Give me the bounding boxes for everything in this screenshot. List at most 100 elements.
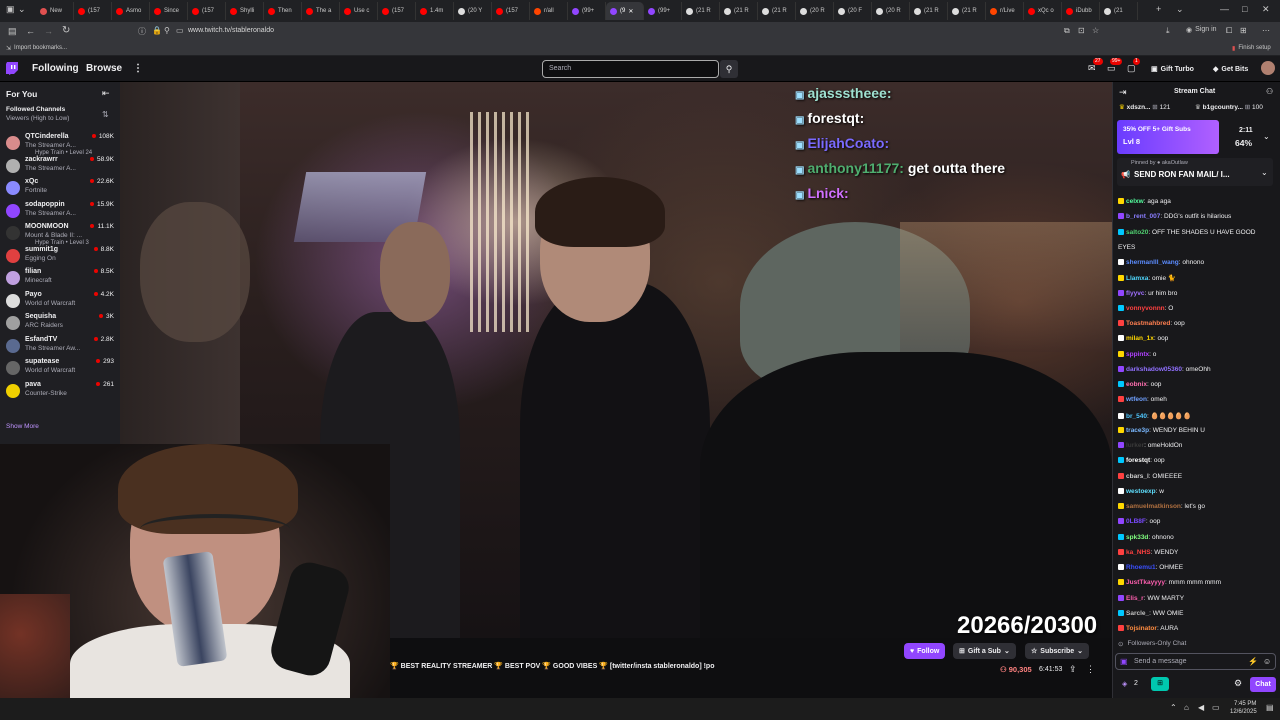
chat-message[interactable]: vonnyvonnn: O [1118, 304, 1276, 312]
finish-setup-link[interactable]: ▮ Finish setup [1232, 45, 1271, 52]
menu-icon[interactable]: ⋯ [1262, 26, 1270, 35]
chat-username[interactable]: Elis_r [1126, 595, 1144, 602]
chat-message[interactable]: cbars_l: OMIEEEE [1118, 472, 1276, 480]
import-bookmarks-link[interactable]: ⇲ Import bookmarks... [6, 45, 67, 52]
chat-send-button[interactable]: Chat [1250, 677, 1276, 692]
tab-search-icon[interactable]: ⌄ [1176, 4, 1184, 15]
chat-username[interactable]: flyyvc [1126, 290, 1144, 297]
chat-message[interactable]: trace3p: WENDY BEHIN U [1118, 426, 1276, 434]
battery-icon[interactable]: ▭ [1212, 703, 1220, 712]
site-info-icon[interactable]: ⓘ [138, 26, 146, 37]
chat-message[interactable]: spk33d: ohnono [1118, 533, 1276, 541]
chat-message[interactable]: forestqt: oop [1118, 457, 1276, 464]
chat-username[interactable]: samuelmatkinson [1126, 503, 1181, 510]
screenshot-icon[interactable]: ⊡ [1078, 26, 1085, 35]
translate-icon[interactable]: ⚲ [164, 26, 170, 35]
chat-username[interactable]: forestqt [1126, 457, 1150, 464]
chat-username[interactable]: Toastmahbred [1126, 320, 1170, 327]
chat-identity-icon[interactable]: ▣ [1120, 657, 1128, 666]
sidebar-channel[interactable]: pava Counter-Strike 261 [0, 380, 120, 403]
chat-username[interactable]: spk33d [1126, 534, 1148, 541]
gift-turbo-button[interactable]: ▣ Gift Turbo [1146, 62, 1199, 76]
sidebar-channel[interactable]: Sequisha ARC Raiders 3K [0, 312, 120, 335]
hype-train-banner[interactable]: 35% OFF 5+ Gift Subs Lvl 8 [1117, 120, 1219, 154]
pip-icon[interactable]: ⧉ [1064, 26, 1070, 36]
bits-icon[interactable]: ⚡ [1248, 657, 1258, 666]
browser-tab[interactable]: Shylli [226, 2, 264, 20]
chat-message[interactable]: wtfeon: omeh [1118, 396, 1276, 403]
chat-username[interactable]: darkshadow05360 [1126, 366, 1182, 373]
chat-username[interactable]: westoexp [1126, 488, 1156, 495]
sidebar-channel[interactable]: xQc Fortnite 22.6K [0, 177, 120, 200]
browser-tab[interactable]: (157 [378, 2, 416, 20]
chat-username[interactable]: lurker [1126, 442, 1144, 449]
browser-tab[interactable]: 1.4m [416, 2, 454, 20]
sidebar-channel[interactable]: supatease World of Warcraft 293 [0, 357, 120, 380]
close-window-icon[interactable]: ✕ [1262, 4, 1270, 15]
twitch-logo-icon[interactable] [6, 62, 18, 75]
extensions-icon[interactable]: ⧠ [1226, 26, 1232, 36]
sidebar-channel[interactable]: filian Minecraft 8.5K [0, 267, 120, 290]
new-tab-icon[interactable]: + [1156, 4, 1161, 14]
pinned-message[interactable]: Pinned by ● akaOutlaw 📢 SEND RON FAN MAI… [1117, 158, 1273, 186]
chat-username[interactable]: sppintx [1126, 351, 1149, 358]
minimize-icon[interactable]: — [1220, 4, 1229, 14]
browser-tab[interactable]: (21 R [910, 2, 948, 20]
chat-message[interactable]: b_rent_007: DDG's outfit is hilarious [1118, 213, 1276, 220]
chat-message[interactable]: salto20: OFF THE SHADES U HAVE GOOD [1118, 228, 1276, 236]
sort-icon[interactable]: ⇅ [102, 110, 109, 119]
network-icon[interactable]: ⌂ [1184, 703, 1189, 712]
chat-message[interactable]: Rhoemu1: OHMEE [1118, 564, 1276, 571]
chat-message[interactable]: Llamxa: omie 🐈 [1118, 274, 1276, 282]
browser-tab[interactable]: (21 R [682, 2, 720, 20]
sidebar-channel[interactable]: MOONMOON Mount & Blade II: ... 11.1K Hype T… [0, 222, 120, 246]
chat-message[interactable]: Tojsinator: AURA [1118, 625, 1276, 632]
browser-tab[interactable]: (157 [188, 2, 226, 20]
user-avatar[interactable] [1261, 61, 1275, 75]
browser-tab[interactable]: (157 [492, 2, 530, 20]
chat-username[interactable]: Rhoemu1 [1126, 564, 1156, 571]
chat-message[interactable]: sppintx: o [1118, 350, 1276, 358]
notification-center-icon[interactable]: ▤ [1266, 703, 1274, 712]
browser-tab[interactable]: (157 [74, 2, 112, 20]
browser-tab[interactable]: Use c [340, 2, 378, 20]
close-tab-icon[interactable]: ✕ [628, 8, 633, 15]
chat-message[interactable]: JustTkayyyy: mmm mmm mmm [1118, 579, 1276, 586]
show-more-link[interactable]: Show More [6, 423, 39, 430]
browser-tab[interactable]: (20 R [872, 2, 910, 20]
browser-tab[interactable]: Asmo [112, 2, 150, 20]
more-icon[interactable]: ⋮ [133, 63, 143, 74]
browser-tab[interactable]: (21 R [720, 2, 758, 20]
browser-tab[interactable]: r/Live [986, 2, 1024, 20]
sidebar-channel[interactable]: summit1g Egging On 8.8K [0, 245, 120, 268]
sidebar-channel[interactable]: sodapoppin The Streamer A... 15.9K [0, 200, 120, 223]
chat-message[interactable]: lurker: omeHoldOn [1118, 442, 1276, 449]
chat-username[interactable]: wtfeon [1126, 396, 1147, 403]
users-icon[interactable]: ⚇ [1266, 87, 1273, 96]
browser-tab[interactable]: (9 ✕ [606, 2, 644, 20]
downloads-icon[interactable]: ⤓ [1166, 26, 1170, 36]
browser-tab[interactable]: New [36, 2, 74, 20]
share-icon[interactable]: ⇪ [1069, 664, 1077, 675]
chat-username[interactable]: br_540 [1126, 413, 1147, 420]
chat-username[interactable]: celxw [1126, 198, 1144, 205]
browser-tab[interactable]: (21 R [948, 2, 986, 20]
browser-tab[interactable]: (21 [1100, 2, 1138, 20]
chat-username[interactable]: cbars_l [1126, 473, 1149, 480]
browser-tab[interactable]: iDubb [1062, 2, 1100, 20]
chat-message[interactable]: darkshadow05360: omeOhh [1118, 365, 1276, 373]
tray-chevron-icon[interactable]: ⌃ [1170, 703, 1177, 712]
chat-username[interactable]: salto20 [1126, 229, 1148, 236]
maximize-icon[interactable]: □ [1242, 4, 1247, 14]
chat-username[interactable]: Sarcle_ [1126, 610, 1149, 617]
channel-points-icon[interactable]: ◈ [1122, 680, 1127, 688]
tab-list-icon[interactable]: ⌄ [18, 4, 26, 15]
chat-username[interactable]: eobnix [1126, 381, 1147, 388]
nav-following[interactable]: Following [32, 63, 79, 74]
chevron-down-icon[interactable]: ⌄ [1263, 132, 1270, 141]
browser-tab[interactable]: (99+ [644, 2, 682, 20]
reader-icon[interactable]: ▭ [176, 26, 184, 35]
chat-message[interactable]: westoexp: w [1118, 487, 1276, 495]
chat-message[interactable]: ka_NHS: WENDY [1118, 548, 1276, 556]
chat-message[interactable]: samuelmatkinson: let's go [1118, 503, 1276, 510]
